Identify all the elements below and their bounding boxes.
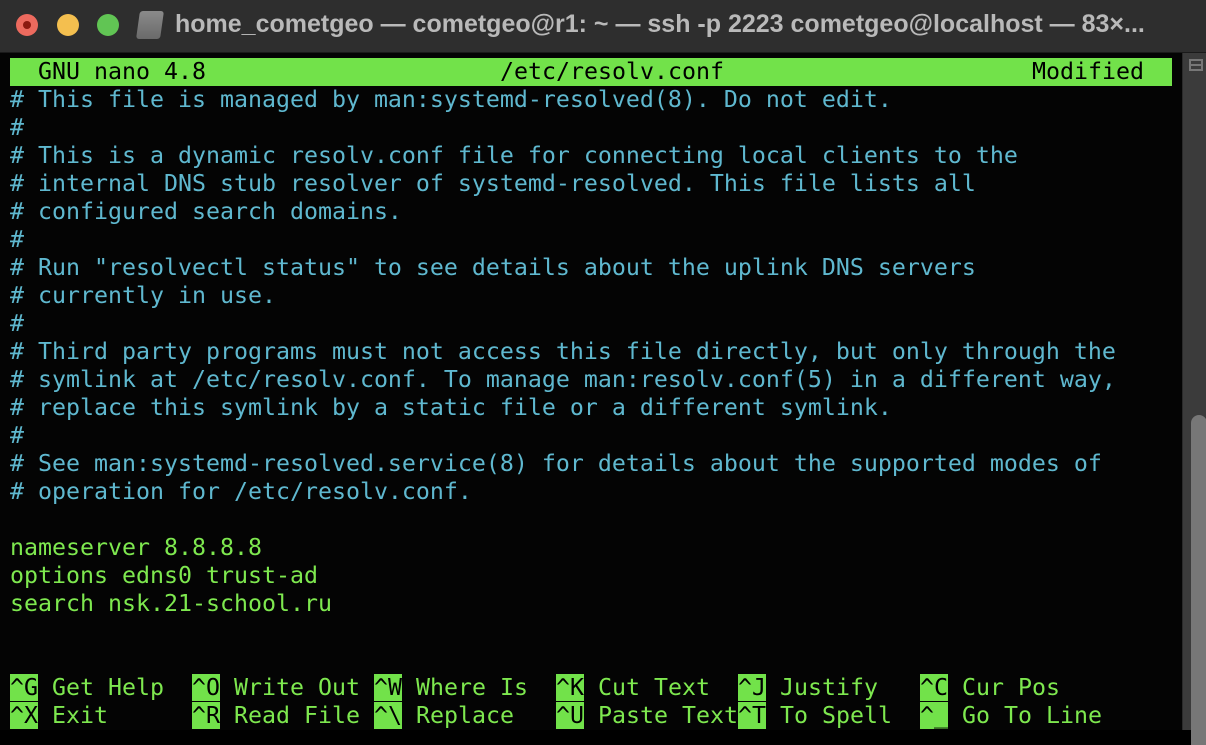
window-titlebar: home_cometgeo — cometgeo@r1: ~ — ssh -p …: [0, 0, 1206, 53]
disk-icon: [136, 11, 164, 39]
shortcut-justify[interactable]: ^J Justify: [738, 674, 878, 702]
shortcut-label: Cur Pos: [962, 674, 1060, 701]
shortcut-label: Write Out: [234, 674, 360, 701]
shortcut-label: Go To Line: [962, 702, 1102, 729]
shortcut-get-help[interactable]: ^G Get Help: [10, 674, 164, 702]
shortcut-read-file[interactable]: ^R Read File: [192, 702, 360, 730]
shortcut-cur-pos[interactable]: ^C Cur Pos: [920, 674, 1060, 702]
split-pane-icon[interactable]: [1189, 59, 1203, 71]
shortcut-key: ^X: [10, 702, 38, 729]
shortcut-label: Read File: [234, 702, 360, 729]
shortcut-label: Replace: [416, 702, 514, 729]
shortcut-where-is[interactable]: ^W Where Is: [374, 674, 528, 702]
shortcut-label: Paste Text: [598, 702, 738, 729]
file-name: /etc/resolv.conf: [500, 58, 724, 85]
shortcut-label: Justify: [780, 674, 878, 701]
minimize-window-button[interactable]: [57, 14, 79, 36]
nano-version: GNU nano 4.8: [38, 58, 206, 85]
config-line: nameserver 8.8.8.8: [10, 534, 262, 561]
comment-line: # This file is managed by man:systemd-re…: [10, 86, 892, 113]
shortcut-key: ^_: [920, 702, 948, 729]
shortcut-to-spell[interactable]: ^T To Spell: [738, 702, 892, 730]
comment-line: # operation for /etc/resolv.conf.: [10, 478, 472, 505]
shortcut-cut-text[interactable]: ^K Cut Text: [556, 674, 710, 702]
shortcut-key: ^U: [556, 702, 584, 729]
shortcut-key: ^K: [556, 674, 584, 701]
shortcut-key: ^R: [192, 702, 220, 729]
comment-line: # symlink at /etc/resolv.conf. To manage…: [10, 366, 1116, 393]
comment-line: # configured search domains.: [10, 198, 402, 225]
comment-line: # replace this symlink by a static file …: [10, 394, 892, 421]
shortcut-key: ^J: [738, 674, 766, 701]
comment-line: #: [10, 114, 24, 141]
scrollbar[interactable]: [1182, 53, 1206, 745]
comment-line: # Third party programs must not access t…: [10, 338, 1116, 365]
comment-line: #: [10, 226, 24, 253]
shortcut-key: ^C: [920, 674, 948, 701]
shortcut-label: Cut Text: [598, 674, 710, 701]
comment-line: # currently in use.: [10, 282, 276, 309]
comment-line: #: [10, 310, 24, 337]
shortcut-paste-text[interactable]: ^U Paste Text: [556, 702, 738, 730]
comment-line: # internal DNS stub resolver of systemd-…: [10, 170, 976, 197]
close-window-button[interactable]: [16, 14, 38, 36]
comment-line: #: [10, 422, 24, 449]
nano-header-bar: GNU nano 4.8 /etc/resolv.conf Modified: [10, 58, 1172, 86]
shortcut-replace[interactable]: ^\ Replace: [374, 702, 514, 730]
config-line: search nsk.21-school.ru: [10, 590, 332, 617]
window-title: home_cometgeo — cometgeo@r1: ~ — ssh -p …: [175, 10, 1145, 38]
maximize-window-button[interactable]: [97, 14, 119, 36]
config-line: options edns0 trust-ad: [10, 562, 318, 589]
shortcut-key: ^G: [10, 674, 38, 701]
shortcut-write-out[interactable]: ^O Write Out: [192, 674, 360, 702]
comment-line: # See man:systemd-resolved.service(8) fo…: [10, 450, 1102, 477]
shortcut-label: Exit: [52, 702, 108, 729]
shortcut-go-to-line[interactable]: ^_ Go To Line: [920, 702, 1102, 730]
shortcut-key: ^O: [192, 674, 220, 701]
shortcut-label: To Spell: [780, 702, 892, 729]
shortcut-label: Where Is: [416, 674, 528, 701]
shortcut-key: ^T: [738, 702, 766, 729]
shortcut-label: Get Help: [52, 674, 164, 701]
modified-status: Modified: [1032, 58, 1144, 85]
comment-line: # This is a dynamic resolv.conf file for…: [10, 142, 1018, 169]
shortcut-key: ^W: [374, 674, 402, 701]
shortcut-exit[interactable]: ^X Exit: [10, 702, 108, 730]
scrollbar-thumb[interactable]: [1191, 415, 1206, 745]
shortcut-key: ^\: [374, 702, 402, 729]
comment-line: # Run "resolvectl status" to see details…: [10, 254, 976, 281]
